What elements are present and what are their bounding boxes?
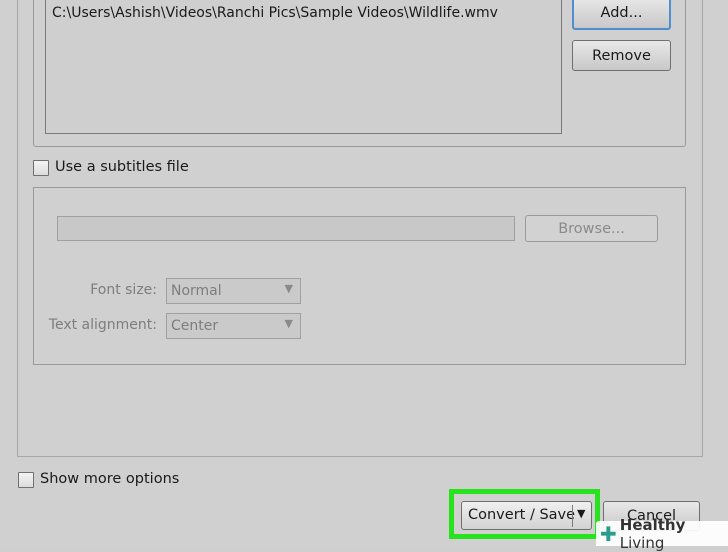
text-alignment-label: Text alignment: [48,317,157,333]
convert-save-label: Convert / Save [468,507,576,523]
font-size-label: Font size: [90,282,157,298]
convert-save-button[interactable]: Convert / Save ▼ [461,501,592,530]
split-divider [572,505,573,527]
chevron-down-icon: ▼ [284,317,293,330]
subtitle-file-input [57,216,515,241]
dropdown-arrow-icon[interactable]: ▼ [577,507,585,520]
watermark-text: Healthy Living [619,515,686,552]
use-subtitles-label[interactable]: Use a subtitles file [55,159,189,175]
convert-dialog: C:\Users\Ashish\Videos\Ranchi Pics\Sampl… [0,0,728,552]
add-button[interactable]: Add... [572,0,671,30]
browse-button: Browse... [525,215,658,242]
plus-icon: ✚ [600,521,617,546]
show-more-options-label[interactable]: Show more options [40,471,179,487]
file-list-item[interactable]: C:\Users\Ashish\Videos\Ranchi Pics\Sampl… [52,5,498,21]
font-size-value: Normal [171,283,222,299]
text-alignment-value: Center [171,318,219,334]
show-more-options-checkbox[interactable] [18,472,34,488]
watermark-logo: ✚ Healthy Living [596,516,728,552]
text-alignment-select: Center ▼ [166,313,301,339]
subtitles-group [33,187,686,365]
font-size-select: Normal ▼ [166,278,301,304]
chevron-down-icon: ▼ [284,282,293,295]
use-subtitles-checkbox[interactable] [33,160,49,176]
remove-button[interactable]: Remove [572,40,671,71]
